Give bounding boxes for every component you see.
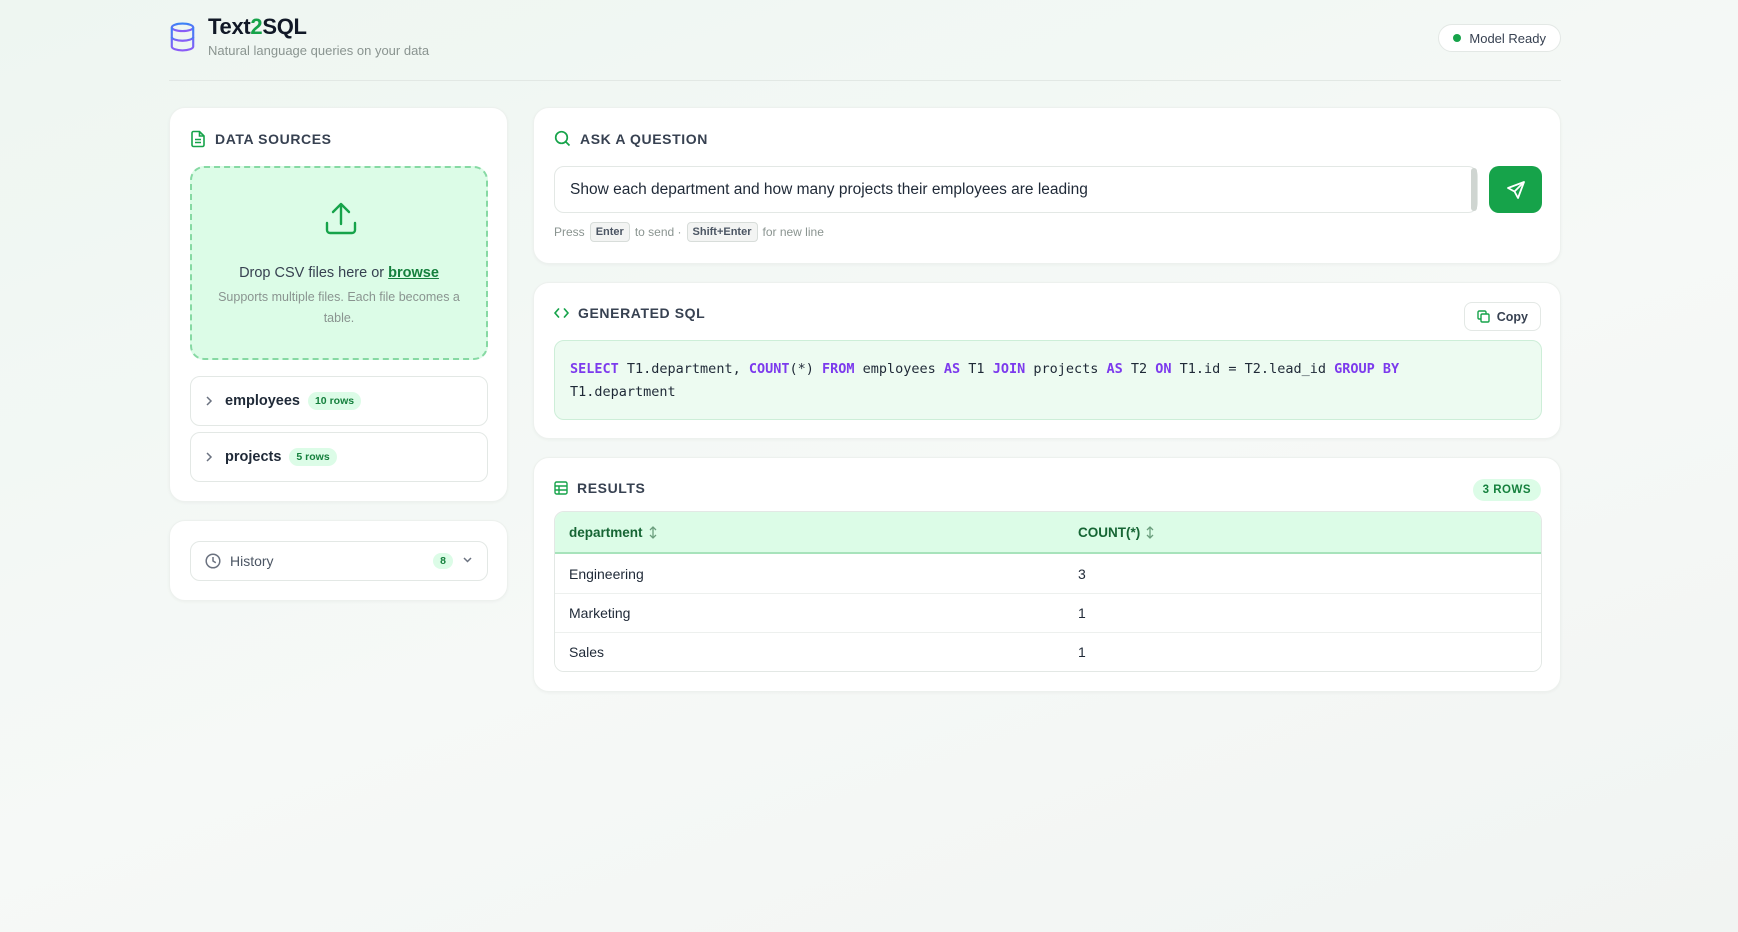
upload-icon	[325, 202, 357, 235]
sql-code-block: SELECT T1.department, COUNT(*) FROM empl…	[554, 340, 1542, 420]
send-icon	[1506, 180, 1525, 199]
table-row: Sales 1	[555, 632, 1541, 671]
sql-text: T1.department,	[618, 361, 749, 377]
clock-icon	[205, 553, 221, 569]
sql-text: T1	[960, 361, 993, 377]
drop-instructions: Drop CSV files here or browse	[239, 265, 439, 281]
model-status-badge: Model Ready	[1438, 24, 1561, 52]
table-icon	[554, 481, 568, 495]
results-table: department COUNT(*) Engineering 3 Market…	[554, 511, 1542, 672]
ask-question-heading: ASK A QUESTION	[554, 130, 708, 147]
copy-label: Copy	[1496, 309, 1528, 324]
history-count-badge: 8	[433, 553, 453, 569]
sql-keyword: FROM	[821, 361, 855, 377]
sql-keyword: JOIN	[992, 361, 1026, 377]
send-button[interactable]	[1489, 166, 1542, 213]
sort-icon	[1146, 525, 1154, 539]
keyboard-hint: Press Enter to send · Shift+Enter for ne…	[554, 222, 824, 242]
app-subtitle: Natural language queries on your data	[208, 43, 430, 58]
shift-enter-key-hint: Shift+Enter	[686, 222, 758, 242]
app-container: Text2SQL Natural language queries on you…	[169, 0, 1561, 692]
sql-keyword: ON	[1155, 361, 1172, 377]
data-sources-panel: DATA SOURCES Drop CSV files here or brow…	[169, 107, 508, 502]
status-label: Model Ready	[1469, 30, 1546, 46]
question-input[interactable]	[554, 166, 1478, 213]
file-icon	[191, 130, 205, 148]
table-cell: 1	[1064, 632, 1541, 671]
generated-sql-heading: GENERATED SQL	[554, 305, 705, 321]
table-cell: 1	[1064, 593, 1541, 632]
table-name: employees	[225, 393, 300, 409]
table-row: Engineering 3	[555, 554, 1541, 593]
table-cell: Marketing	[555, 593, 1064, 632]
history-panel: History 8	[169, 520, 508, 601]
csv-dropzone[interactable]: Drop CSV files here or browse Supports m…	[190, 166, 488, 360]
row-count-badge: 5 rows	[289, 448, 337, 466]
table-cell: Engineering	[555, 554, 1064, 593]
copy-icon	[1477, 310, 1490, 323]
ask-question-panel: ASK A QUESTION Press Enter to send · Shi…	[533, 107, 1561, 264]
sql-text: T1.id = T2.lead_id	[1171, 361, 1335, 377]
table-cell: Sales	[555, 632, 1064, 671]
sort-icon	[649, 525, 656, 539]
history-label: History	[230, 553, 274, 569]
chevron-right-icon	[206, 452, 213, 462]
sql-keyword: SELECT	[570, 361, 619, 377]
drop-hint: Supports multiple files. Each file becom…	[218, 290, 460, 325]
status-dot-icon	[1453, 34, 1462, 42]
table-header-row: department COUNT(*)	[555, 512, 1541, 554]
generated-sql-panel: GENERATED SQL Copy SELECT T1.department,…	[533, 282, 1561, 439]
table-name: projects	[225, 449, 282, 465]
table-row: Marketing 1	[555, 593, 1541, 632]
sql-keyword: GROUP BY	[1334, 361, 1400, 377]
sql-text: projects	[1025, 361, 1107, 377]
sql-text: (*)	[789, 361, 822, 377]
sql-text: employees	[854, 361, 944, 377]
table-item-employees[interactable]: employees 10 rows	[190, 376, 488, 426]
enter-key-hint: Enter	[589, 222, 630, 242]
result-row-count-badge: 3 ROWS	[1472, 479, 1541, 501]
data-sources-heading: DATA SOURCES	[190, 130, 332, 148]
table-item-projects[interactable]: projects 5 rows	[190, 432, 488, 482]
column-header-count[interactable]: COUNT(*)	[1064, 512, 1541, 554]
sql-keyword: AS	[1106, 361, 1123, 377]
results-heading: RESULTS	[554, 480, 646, 496]
row-count-badge: 10 rows	[307, 392, 362, 410]
column-header-department[interactable]: department	[555, 512, 1064, 554]
sql-text: T2	[1122, 361, 1156, 377]
history-toggle[interactable]: History 8	[190, 541, 488, 581]
chevron-down-icon	[463, 557, 472, 563]
chevron-right-icon	[206, 396, 213, 406]
sql-text: T1.department	[570, 384, 676, 400]
input-scrollbar[interactable]	[1471, 168, 1477, 211]
database-icon	[170, 22, 195, 52]
app-header: Text2SQL Natural language queries on you…	[169, 0, 1561, 81]
results-panel: RESULTS 3 ROWS department COUNT(*) Engin…	[533, 457, 1561, 692]
browse-link[interactable]: browse	[388, 265, 439, 281]
app-title: Text2SQL	[208, 14, 307, 39]
copy-sql-button[interactable]: Copy	[1463, 302, 1541, 331]
search-icon	[554, 130, 571, 147]
sql-keyword: COUNT	[748, 361, 790, 377]
sql-keyword: AS	[943, 361, 961, 377]
table-cell: 3	[1064, 554, 1541, 593]
code-icon	[554, 308, 569, 318]
